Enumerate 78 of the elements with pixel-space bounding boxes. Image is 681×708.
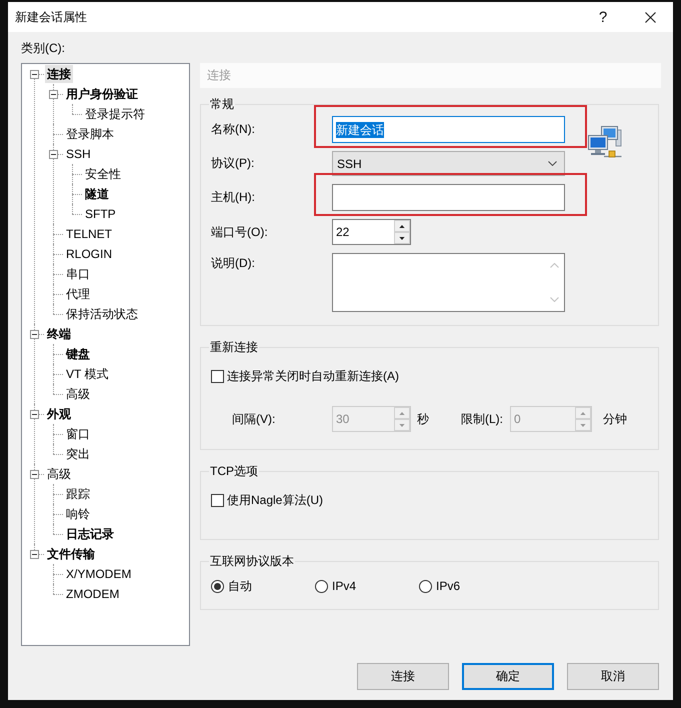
triangle-up-icon [399,224,405,228]
checkbox-label: 使用Nagle算法(U) [227,492,324,508]
tree-item[interactable]: 日志记录 [64,525,116,543]
field-label: 协议(P): [211,155,254,172]
group-title: 常规 [209,97,235,111]
checkbox-label: 连接异常关闭时自动重新连接(A) [227,368,399,384]
tree-item[interactable]: 连接 [45,65,73,83]
tree-item[interactable]: 用户身份验证 [64,85,140,103]
tree-item[interactable]: ZMODEM [64,585,122,603]
input-field[interactable]: 新建会话 [332,116,565,143]
tree-item[interactable]: 高级 [64,385,92,403]
group-title: 重新连接 [209,340,259,354]
tree-item[interactable]: 突出 [64,445,92,463]
close-icon [645,12,656,22]
radio-label: IPv4 [332,579,356,593]
spin-down-button[interactable] [394,232,410,244]
group-title: TCP选项 [209,464,259,478]
collapse-icon[interactable] [30,410,39,418]
checkbox[interactable] [211,370,224,382]
tree-item[interactable]: 串口 [64,265,92,283]
chevron-down-icon [548,161,557,166]
field-label: 主机(H): [211,189,255,206]
window-title: 新建会话属性 [14,9,88,26]
collapse-icon[interactable] [30,470,39,478]
tree-item[interactable]: 键盘 [64,345,92,363]
triangle-up-icon [399,412,405,414]
triangle-down-icon [580,424,586,426]
tree-item[interactable]: X/YMODEM [64,565,134,583]
tree-item[interactable]: SFTP [83,205,118,223]
dropdown[interactable]: SSH [332,151,565,176]
category-label: 类别(C): [21,40,65,56]
triangle-down-icon [399,236,405,240]
radio-label: 自动 [228,578,252,594]
field-label: 说明(D): [211,255,255,272]
triangle-down-icon [399,424,405,426]
radio-label: IPv6 [436,579,460,593]
tree-item[interactable]: 高级 [45,465,73,483]
field-label: 端口号(O): [211,224,268,240]
page-header: 连接 [200,63,661,88]
collapse-icon[interactable] [49,150,58,158]
tree-item[interactable]: SSH [64,145,93,163]
collapse-icon[interactable] [30,70,39,78]
tree-item[interactable]: 代理 [64,285,92,303]
group-title: 互联网协议版本 [209,554,295,568]
radio-button[interactable] [315,580,328,592]
collapse-icon[interactable] [30,330,39,338]
field-label: 限制(L): [461,410,503,428]
tree-item[interactable]: 登录脚本 [64,125,116,143]
tree-item[interactable]: 窗口 [64,425,92,443]
tree-item[interactable]: 隧道 [83,185,111,203]
ok-button[interactable]: 确定 [462,663,554,690]
tree-item[interactable]: 跟踪 [64,485,92,503]
cancel-button[interactable]: 取消 [567,663,659,690]
input-field[interactable] [332,184,565,211]
tree-item[interactable]: 安全性 [83,165,123,183]
tree-item[interactable]: 登录提示符 [83,105,147,123]
tree-item[interactable]: 终端 [45,325,73,343]
collapse-icon[interactable] [30,550,39,558]
radio-button[interactable] [419,580,432,592]
field-label: 名称(N): [211,121,255,138]
tree-item[interactable]: VT 模式 [64,365,110,383]
connect-button[interactable]: 连接 [357,663,449,690]
triangle-up-icon [580,412,586,414]
unit-label: 分钟 [603,410,627,428]
number-field[interactable]: 22 [332,219,411,245]
tree-item[interactable]: 文件传输 [45,545,97,563]
tree-item[interactable]: 保持活动状态 [64,305,140,323]
spin-up-button[interactable] [394,220,410,232]
field-label: 间隔(V): [232,410,276,428]
tree-item[interactable]: 外观 [45,405,73,423]
tree-item[interactable]: 响铃 [64,505,92,523]
tree-item[interactable]: TELNET [64,225,114,243]
radio-button[interactable] [211,580,224,592]
tree-item[interactable]: RLOGIN [64,245,114,263]
unit-label: 秒 [417,410,429,428]
checkbox[interactable] [211,494,224,506]
collapse-icon[interactable] [49,90,58,98]
two-monitors-icon [588,125,622,159]
